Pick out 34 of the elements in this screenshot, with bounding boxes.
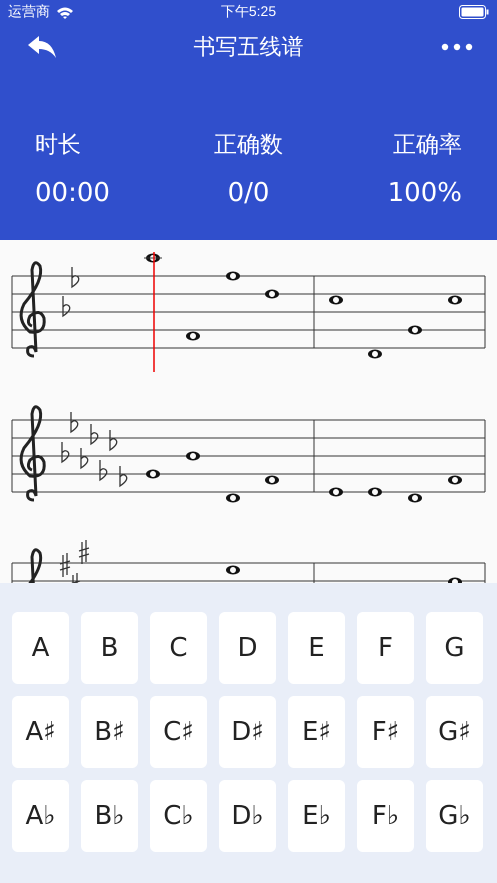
note-key[interactable]: G	[426, 612, 483, 684]
note-key[interactable]: F	[357, 612, 414, 684]
note-key[interactable]: G♯	[426, 696, 483, 768]
note-key[interactable]: D♯	[219, 696, 276, 768]
note-key[interactable]: A♯	[12, 696, 69, 768]
stat-value: 00:00	[35, 178, 110, 208]
note-key[interactable]: C♭	[150, 780, 207, 852]
page-title: 书写五线谱	[194, 34, 304, 62]
note-key[interactable]: A♭	[12, 780, 69, 852]
stat-label: 时长	[35, 130, 81, 160]
back-icon[interactable]	[28, 36, 56, 58]
note-key[interactable]: E	[288, 612, 345, 684]
note-key[interactable]: D♭	[219, 780, 276, 852]
stat-value: 100%	[388, 178, 462, 208]
note-key[interactable]: B♯	[81, 696, 138, 768]
note-key[interactable]: B♭	[81, 780, 138, 852]
stat-label: 正确率	[392, 130, 462, 160]
battery-icon	[459, 5, 489, 19]
note-key[interactable]: C♯	[150, 696, 207, 768]
note-key[interactable]: B	[81, 612, 138, 684]
stat-value: 0/0	[228, 178, 270, 208]
note-key[interactable]: C	[150, 612, 207, 684]
stat-label: 正确数	[214, 130, 283, 160]
more-icon[interactable]	[441, 43, 473, 51]
status-time: 下午5:25	[220, 3, 276, 21]
note-key[interactable]: D	[219, 612, 276, 684]
note-key[interactable]: E♭	[288, 780, 345, 852]
carrier-name: 运营商	[8, 3, 50, 21]
note-key[interactable]: F♭	[357, 780, 414, 852]
note-key[interactable]: A	[12, 612, 69, 684]
note-key[interactable]: G♭	[426, 780, 483, 852]
note-key[interactable]: F♯	[357, 696, 414, 768]
note-key[interactable]: E♯	[288, 696, 345, 768]
wifi-icon	[56, 6, 74, 18]
